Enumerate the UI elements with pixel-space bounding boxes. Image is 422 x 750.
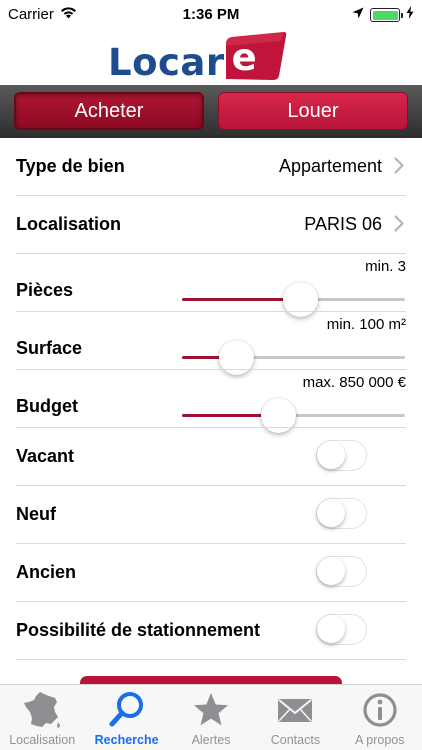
battery-level xyxy=(372,10,398,20)
old-toggle[interactable] xyxy=(316,556,367,587)
status-right xyxy=(352,6,414,24)
vacant-toggle[interactable] xyxy=(316,440,367,471)
chevron-right-icon xyxy=(394,215,404,237)
budget-label: Budget xyxy=(16,396,78,416)
status-bar: Carrier 1:36 PM xyxy=(0,0,422,30)
surface-label: Surface xyxy=(16,338,83,358)
location-arrow-icon xyxy=(352,6,364,24)
rooms-slider[interactable] xyxy=(182,282,405,317)
budget-value: max. 850 000 € xyxy=(302,374,406,391)
magnifier-icon xyxy=(106,690,148,730)
surface-slider[interactable] xyxy=(182,340,405,375)
tab-alertes-label: Alertes xyxy=(191,733,231,747)
tab-localisation[interactable]: Localisation xyxy=(0,685,84,750)
location-label: Localisation xyxy=(16,214,122,234)
info-icon xyxy=(359,690,401,730)
rooms-row: Pièces min. 3 xyxy=(0,254,422,317)
surface-row: Surface min. 100 m² xyxy=(0,312,422,375)
tab-alertes[interactable]: Alertes xyxy=(169,685,253,750)
new-label: Neuf xyxy=(16,504,56,524)
toggle-knob xyxy=(317,615,345,643)
tab-contacts-label: Contacts xyxy=(270,733,321,747)
property-type-value: Appartement xyxy=(278,156,382,176)
buy-segment-button[interactable]: Acheter xyxy=(14,92,204,130)
charging-bolt-icon xyxy=(406,6,414,24)
header-logo-bar: Locar e xyxy=(0,30,422,85)
new-row: Neuf xyxy=(0,486,422,544)
vacant-row: Vacant xyxy=(0,428,422,486)
tab-recherche-label: Recherche xyxy=(94,733,159,747)
tab-bar: Localisation Recherche Alertes Contacts xyxy=(0,684,422,750)
property-type-label: Type de bien xyxy=(16,156,125,176)
transaction-segment-bar: Acheter Louer xyxy=(0,85,422,138)
tab-recherche[interactable]: Recherche xyxy=(84,685,168,750)
old-label: Ancien xyxy=(16,562,77,582)
chevron-right-icon xyxy=(394,157,404,179)
rooms-value: min. 3 xyxy=(365,258,406,275)
star-icon xyxy=(190,690,232,730)
search-form: Type de bien Appartement Localisation PA… xyxy=(0,138,422,660)
old-row: Ancien xyxy=(0,544,422,602)
envelope-icon xyxy=(274,690,316,730)
logo-text-main: Locar xyxy=(108,41,225,84)
parking-label: Possibilité de stationnement xyxy=(16,620,261,640)
vacant-label: Vacant xyxy=(16,446,75,466)
budget-row: Budget max. 850 000 € xyxy=(0,370,422,433)
france-map-icon xyxy=(21,690,63,730)
rooms-label: Pièces xyxy=(16,280,74,300)
parking-toggle[interactable] xyxy=(316,614,367,645)
location-value: PARIS 06 xyxy=(304,214,382,234)
brand-logo: Locar e xyxy=(108,32,289,84)
battery-icon xyxy=(370,8,403,22)
tab-apropos[interactable]: A propos xyxy=(338,685,422,750)
budget-slider[interactable] xyxy=(182,398,405,433)
logo-flag: e xyxy=(223,32,289,84)
toggle-knob xyxy=(317,499,345,527)
new-toggle[interactable] xyxy=(316,498,367,529)
location-row[interactable]: Localisation PARIS 06 xyxy=(0,196,422,254)
tab-contacts[interactable]: Contacts xyxy=(253,685,337,750)
surface-value: min. 100 m² xyxy=(326,316,406,333)
toggle-knob xyxy=(317,557,345,585)
parking-row: Possibilité de stationnement xyxy=(0,602,422,660)
logo-text-accent: e xyxy=(231,36,257,79)
tab-localisation-label: Localisation xyxy=(9,733,76,747)
property-type-row[interactable]: Type de bien Appartement xyxy=(0,138,422,196)
rent-segment-button[interactable]: Louer xyxy=(218,92,408,130)
tab-apropos-label: A propos xyxy=(355,733,405,747)
toggle-knob xyxy=(317,441,345,469)
